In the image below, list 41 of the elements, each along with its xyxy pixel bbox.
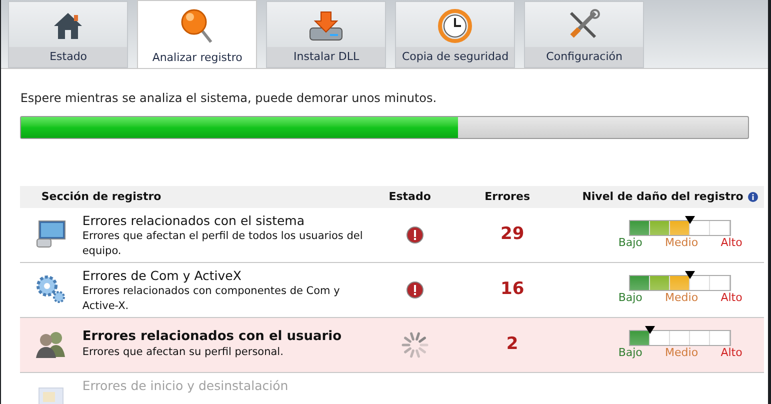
magnifier-icon [180, 8, 214, 44]
scale-label: Medio [665, 346, 698, 360]
scale-label: Alto [720, 291, 742, 305]
column-header: Sección de registro [40, 188, 162, 205]
scale-label: Medio [665, 236, 698, 250]
download-drive-icon [308, 10, 344, 42]
scale-label: Bajo [618, 291, 642, 305]
scale-label: Medio [665, 291, 698, 305]
error-count: 29 [500, 223, 524, 246]
row-description: Errores que afectan el perfil de todos los usuarios del equipo. [82, 229, 364, 259]
error-icon [406, 226, 424, 244]
column-header: Errores [484, 188, 531, 205]
tab[interactable]: Copia de seguridad [395, 1, 516, 68]
users-icon [35, 329, 68, 359]
gears-icon [35, 274, 68, 304]
row-title: Errores de Com y ActiveX [82, 267, 242, 284]
tab[interactable]: Estado [8, 1, 128, 68]
registry-row[interactable]: Errores relacionados con el usuario Errores que afectan su perfil personal. 2 Bajo Medio Alto [20, 318, 764, 373]
row-description: Errores relacionados con componentes de Com y Active-X. [82, 284, 341, 314]
scale-label: Alto [720, 236, 742, 250]
scale-label: Bajo [618, 236, 642, 250]
error-count: 2 [506, 333, 518, 356]
tab[interactable]: Analizar registro [137, 0, 258, 68]
info-icon [748, 192, 758, 202]
status-message: Espere mientras se analiza el sistema, puede demorar unos minutos. [20, 90, 438, 106]
computer-icon [35, 219, 68, 249]
tab[interactable]: Instalar DLL [266, 1, 386, 68]
scale-label: Alto [720, 346, 742, 360]
house-icon [52, 10, 84, 40]
error-count: 16 [500, 278, 524, 302]
scale-label: Bajo [618, 346, 642, 360]
column-header: Nivel de daño del registro [582, 188, 744, 205]
tab[interactable]: Configuración [524, 1, 644, 68]
clock-icon [438, 8, 472, 42]
row-title: Errores relacionados con el sistema [82, 212, 306, 229]
row-title: Errores relacionados con el usuario [82, 328, 343, 345]
loading-spinner-icon [400, 331, 429, 359]
error-icon [406, 281, 424, 299]
row-title: Errores de inicio y desinstalación [82, 377, 290, 394]
column-header: Estado [388, 188, 432, 205]
row-description: Errores que afectan su perfil personal. [82, 345, 284, 360]
